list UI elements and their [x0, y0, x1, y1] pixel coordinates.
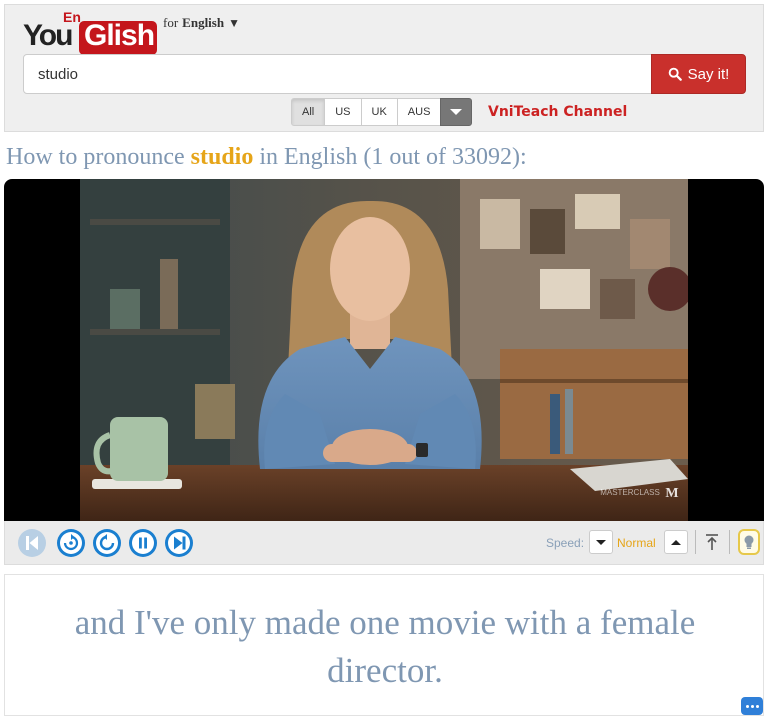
arrow-to-top-icon — [706, 534, 718, 550]
slow-replay-button[interactable] — [56, 528, 86, 558]
replay-slow-icon — [57, 529, 85, 557]
logo-glish-text: Glish — [84, 19, 155, 52]
previous-button[interactable] — [17, 528, 47, 558]
channel-label: VniTeach Channel — [488, 104, 628, 120]
accent-us-button[interactable]: US — [324, 98, 362, 126]
pause-button[interactable] — [128, 528, 158, 558]
next-button[interactable] — [164, 528, 194, 558]
accent-aus-button[interactable]: AUS — [396, 98, 442, 126]
video-player[interactable]: MASTERCLASS M — [4, 179, 764, 521]
caption-panel: and I've only made one movie with a fema… — [4, 574, 764, 716]
speed-increase-button[interactable] — [664, 530, 688, 554]
caption-text: and I've only made one movie with a fema… — [74, 603, 696, 690]
heading-prefix: How to pronounce — [6, 144, 185, 170]
language-prefix: for — [163, 15, 179, 30]
dot-icon — [750, 704, 754, 708]
language-selector[interactable]: for English ▼ — [163, 15, 240, 31]
dot-icon — [745, 704, 749, 708]
accent-filter: All US UK AUS — [291, 98, 473, 126]
next-icon — [165, 529, 193, 557]
pronounce-heading: How to pronounce studio in English (1 ou… — [6, 144, 766, 171]
search-input[interactable] — [23, 54, 653, 94]
caret-down-icon: ▼ — [228, 15, 240, 30]
player-controls: Speed: Normal — [4, 521, 764, 565]
replay-icon — [93, 529, 121, 557]
youglish-logo[interactable]: You Glish En — [23, 9, 159, 55]
previous-icon — [18, 529, 46, 557]
accent-all-button[interactable]: All — [291, 98, 326, 126]
replay-button[interactable] — [92, 528, 122, 558]
language-name: English — [182, 15, 225, 30]
speed-label: Speed: — [546, 536, 585, 550]
lightbulb-icon — [744, 535, 754, 549]
lightbulb-button[interactable] — [738, 529, 760, 555]
speed-decrease-button[interactable] — [589, 530, 613, 554]
masterclass-logo-icon: M — [665, 486, 678, 501]
video-frame-image: MASTERCLASS M — [80, 179, 688, 521]
chevron-up-icon — [671, 539, 681, 545]
search-header: You Glish En for English ▼ Say it! All U… — [4, 4, 764, 132]
more-accents-button[interactable] — [440, 98, 473, 126]
say-it-button[interactable]: Say it! — [651, 54, 746, 94]
chevron-down-icon — [450, 109, 463, 115]
heading-term: studio — [190, 144, 254, 170]
divider — [695, 530, 696, 554]
scroll-top-button[interactable] — [701, 530, 723, 554]
logo-en-text: En — [63, 9, 81, 25]
heading-suffix: in English (1 out of 33092): — [259, 144, 527, 170]
dot-icon — [755, 704, 759, 708]
chevron-down-icon — [596, 539, 606, 545]
say-it-label: Say it! — [687, 65, 730, 83]
chat-button[interactable] — [741, 697, 763, 715]
masterclass-watermark: MASTERCLASS — [600, 488, 660, 497]
divider — [729, 530, 730, 554]
search-icon — [668, 67, 682, 81]
accent-uk-button[interactable]: UK — [360, 98, 398, 126]
pause-icon — [129, 529, 157, 557]
speed-value: Normal — [617, 536, 656, 550]
